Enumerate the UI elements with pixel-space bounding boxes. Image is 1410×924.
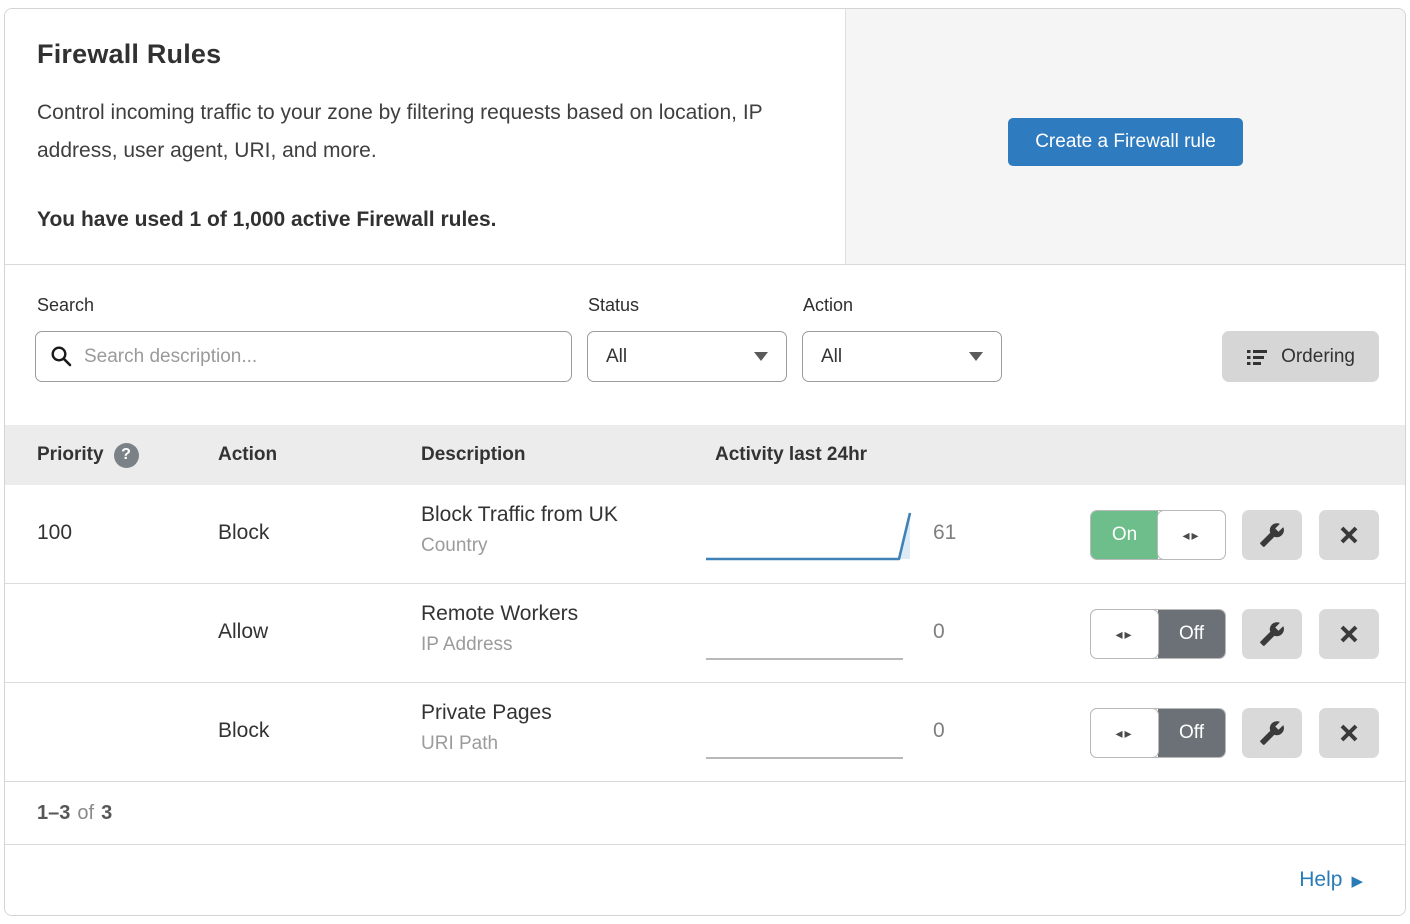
activity-count: 61 <box>933 521 956 545</box>
help-bar: Help ▶ <box>5 845 1405 915</box>
header-action-panel: Create a Firewall rule <box>846 9 1405 264</box>
action-select-value: All <box>821 346 842 368</box>
help-link-label: Help <box>1299 868 1342 892</box>
header-text-block: Firewall Rules Control incoming traffic … <box>5 9 846 264</box>
delete-rule-button[interactable] <box>1319 708 1379 758</box>
rule-priority: 100 <box>37 521 72 545</box>
rule-description-title: Block Traffic from UK <box>421 503 618 527</box>
rule-description: Private Pages URI Path <box>421 701 552 755</box>
toggle-handle-arrows-icon: ◂▸ <box>1090 609 1159 659</box>
rule-type: URI Path <box>421 733 552 755</box>
status-label: Status <box>588 295 639 316</box>
rule-enabled-toggle[interactable]: ◂▸ Off <box>1090 609 1226 659</box>
wrench-icon <box>1259 621 1285 647</box>
search-label: Search <box>37 295 94 316</box>
pagination-total: 3 <box>101 802 112 825</box>
activity-count: 0 <box>933 620 945 644</box>
search-icon <box>50 345 72 367</box>
activity-sparkline <box>703 507 915 565</box>
pagination-bar: 1–3 of 3 <box>5 782 1405 845</box>
firewall-rules-card: Firewall Rules Control incoming traffic … <box>4 8 1406 916</box>
chevron-down-icon <box>754 352 768 361</box>
ordering-button-label: Ordering <box>1281 346 1355 368</box>
close-icon <box>1337 622 1361 646</box>
chevron-down-icon <box>969 352 983 361</box>
table-row: 100 Block Block Traffic from UK Country … <box>5 485 1405 584</box>
ordering-button[interactable]: Ordering <box>1222 331 1379 382</box>
rule-type: IP Address <box>421 634 578 656</box>
delete-rule-button[interactable] <box>1319 609 1379 659</box>
ordering-list-icon <box>1246 347 1268 367</box>
edit-rule-button[interactable] <box>1242 708 1302 758</box>
filter-bar: Search Status Action All All Ordering <box>5 265 1405 425</box>
header: Firewall Rules Control incoming traffic … <box>5 9 1405 265</box>
page-title: Firewall Rules <box>37 39 813 70</box>
activity-count: 0 <box>933 719 945 743</box>
rule-description-title: Private Pages <box>421 701 552 725</box>
wrench-icon <box>1259 720 1285 746</box>
rule-description-title: Remote Workers <box>421 602 578 626</box>
edit-rule-button[interactable] <box>1242 609 1302 659</box>
column-header-priority: Priority <box>37 444 104 466</box>
usage-note: You have used 1 of 1,000 active Firewall… <box>37 208 813 232</box>
table-header-row: Priority ? Action Description Activity l… <box>5 425 1405 485</box>
column-header-action: Action <box>218 444 277 466</box>
rule-action: Allow <box>218 620 268 644</box>
search-field-wrap <box>35 331 572 382</box>
activity-sparkline <box>703 705 915 763</box>
edit-rule-button[interactable] <box>1242 510 1302 560</box>
pagination-range: 1–3 <box>37 802 70 825</box>
help-link[interactable]: Help ▶ <box>1299 868 1363 892</box>
status-select[interactable]: All <box>587 331 787 382</box>
rule-action: Block <box>218 521 269 545</box>
delete-rule-button[interactable] <box>1319 510 1379 560</box>
pagination-of: of <box>77 802 94 825</box>
rule-type: Country <box>421 535 618 557</box>
rule-action: Block <box>218 719 269 743</box>
rule-description: Block Traffic from UK Country <box>421 503 618 557</box>
toggle-off-label: Off <box>1158 709 1225 757</box>
action-label: Action <box>803 295 853 316</box>
help-arrow-icon: ▶ <box>1351 872 1363 890</box>
toggle-on-label: On <box>1091 511 1158 559</box>
column-header-activity: Activity last 24hr <box>715 444 867 466</box>
priority-help-icon[interactable]: ? <box>114 443 139 468</box>
page-description: Control incoming traffic to your zone by… <box>37 94 812 170</box>
table-row: Allow Remote Workers IP Address 0 ◂▸ Off <box>5 584 1405 683</box>
create-firewall-rule-button[interactable]: Create a Firewall rule <box>1008 118 1243 166</box>
rule-enabled-toggle[interactable]: On ◂▸ <box>1090 510 1226 560</box>
toggle-handle-arrows-icon: ◂▸ <box>1157 510 1226 560</box>
activity-sparkline <box>703 606 915 664</box>
toggle-handle-arrows-icon: ◂▸ <box>1090 708 1159 758</box>
column-header-description: Description <box>421 444 526 466</box>
table-row: Block Private Pages URI Path 0 ◂▸ Off <box>5 683 1405 782</box>
search-input[interactable] <box>35 331 572 382</box>
close-icon <box>1337 721 1361 745</box>
rule-enabled-toggle[interactable]: ◂▸ Off <box>1090 708 1226 758</box>
status-select-value: All <box>606 346 627 368</box>
close-icon <box>1337 523 1361 547</box>
wrench-icon <box>1259 522 1285 548</box>
action-select[interactable]: All <box>802 331 1002 382</box>
rule-description: Remote Workers IP Address <box>421 602 578 656</box>
toggle-off-label: Off <box>1158 610 1225 658</box>
